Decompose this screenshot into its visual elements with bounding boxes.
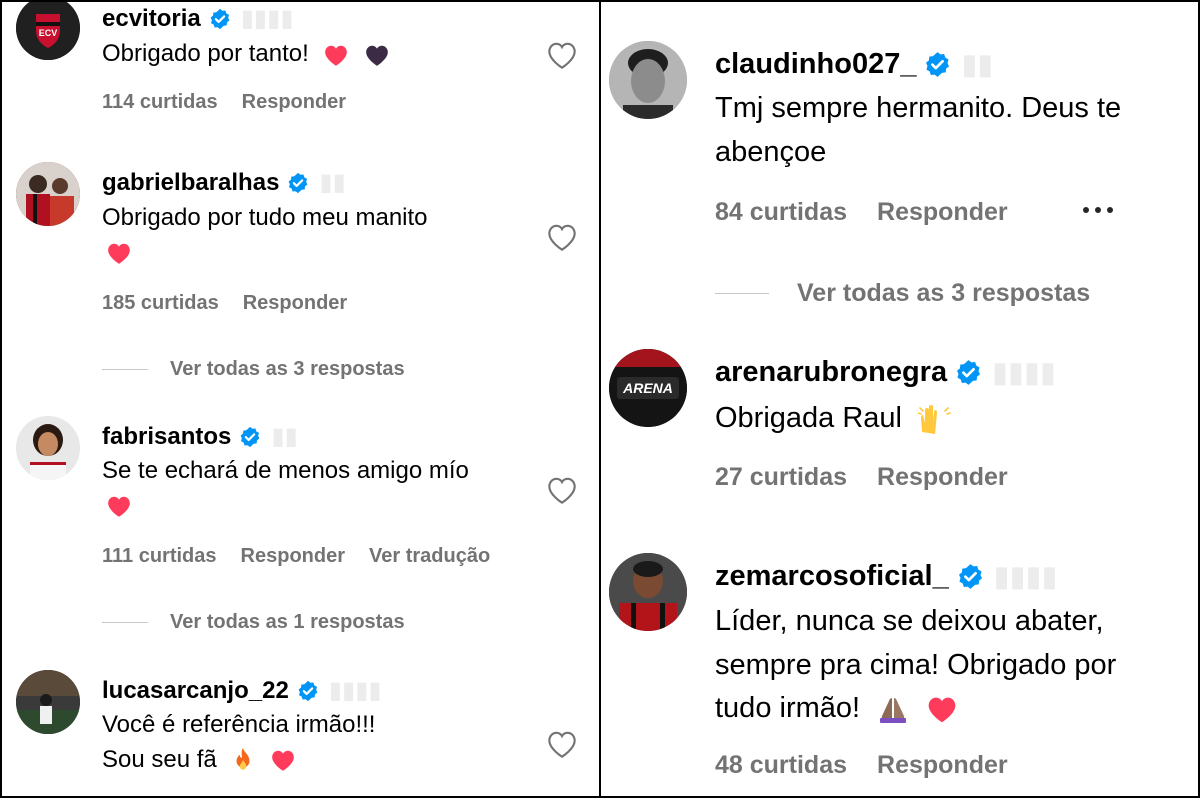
view-replies-label: Ver todas as 3 respostas [797,279,1091,307]
comment-text: Tmj sempre hermanito. Deus te abençoe [715,87,1121,174]
avatar-arenarubronegra[interactable]: ARENA [609,349,687,427]
translate-button[interactable]: Ver tradução [369,545,490,568]
view-replies-link[interactable]: Ver todas as 3 respostas [715,279,1090,308]
red-heart-emoji-icon [108,497,130,518]
comment-text: Líder, nunca se deixou abater, sempre pr… [715,600,1116,731]
reply-button[interactable]: Responder [243,292,347,315]
like-heart-icon[interactable] [546,729,578,759]
likes-count[interactable]: 185 curtidas [102,292,219,315]
username-zemarcosoficial[interactable]: zemarcosoficial_ ▮▮▮▮ [715,559,1058,594]
comment-text: Obrigado por tanto! [102,37,390,72]
username-gabrielbaralhas[interactable]: gabrielbaralhas ▮▮ [102,168,346,197]
raising-hands-emoji-icon [918,405,951,435]
comment-meta: 84 curtidas Responder [715,198,1008,227]
comment-line: abençoe [715,135,827,168]
timestamp-faded: ▮▮▮▮ [240,5,294,32]
divider-line [102,369,148,370]
timestamp-faded: ▮▮ [319,169,346,196]
like-heart-icon[interactable] [546,222,578,252]
comment-line: Líder, nunca se deixou abater, [715,605,1104,637]
username-lucasarcanjo22[interactable]: lucasarcanjo_22 ▮▮▮▮ [102,676,382,705]
likes-count[interactable]: 114 curtidas [102,91,218,114]
red-heart-emoji-icon [325,45,348,66]
verified-badge-icon [210,8,230,29]
comment-meta: 114 curtidas Responder [102,91,346,114]
svg-text:ECV: ECV [39,28,58,38]
comment-text: Você é referência irmão!!! Sou seu fã [102,708,375,778]
comment-text: Obrigado por tudo meu manito [102,201,428,271]
right-comments-panel: claudinho027_ ▮▮ Tmj sempre hermanito. D… [600,0,1200,798]
comment-line: Obrigado por tudo meu manito [102,204,428,231]
view-replies-link[interactable]: Ver todas as 3 respostas [102,358,405,381]
username-ecvitoria[interactable]: ecvitoria ▮▮▮▮ [102,4,294,33]
likes-count[interactable]: 48 curtidas [715,751,847,780]
red-heart-emoji-icon [928,698,956,723]
comment-line: tudo irmão! [715,692,861,724]
comment-text: Se te echará de menos amigo mío [102,454,469,524]
username-fabrisantos[interactable]: fabrisantos ▮▮ [102,422,298,451]
comment-line: Você é referência irmão!!! [102,711,376,738]
like-heart-icon[interactable] [546,475,578,505]
comment-meta: 27 curtidas Responder [715,463,1008,492]
view-replies-label: Ver todas as 3 respostas [170,358,405,380]
divider-line [715,293,769,294]
likes-count[interactable]: 27 curtidas [715,463,847,492]
comment-text: Obrigada Raul [715,397,952,441]
reply-button[interactable]: Responder [877,751,1008,780]
likes-count[interactable]: 84 curtidas [715,198,847,227]
black-heart-emoji-icon [366,45,388,66]
reply-button[interactable]: Responder [877,463,1008,492]
username-arenarubronegra[interactable]: arenarubronegra ▮▮▮▮ [715,355,1056,390]
comment-line: sempre pra cima! Obrigado por [715,648,1117,681]
timestamp-faded: ▮▮▮▮ [328,677,382,704]
comment-line: Sou seu fã [102,745,217,773]
avatar-fabrisantos[interactable] [16,416,80,480]
red-heart-emoji-icon [272,751,294,772]
verified-badge-icon [957,360,981,385]
verified-badge-icon [289,172,308,193]
comment-line: Obrigado por tanto! [102,40,309,67]
likes-count[interactable]: 111 curtidas [102,545,217,568]
comment-meta: 185 curtidas Responder [102,292,347,315]
red-heart-emoji-icon [108,244,130,265]
verified-badge-icon [241,426,260,447]
comment-line: Obrigada Raul [715,402,902,434]
avatar-lucasarcanjo22[interactable] [16,670,80,734]
like-heart-icon[interactable] [546,40,578,70]
reply-button[interactable]: Responder [241,545,345,568]
more-options-icon[interactable] [1083,207,1113,213]
comment-line: Se te echará de menos amigo mío [102,457,469,484]
divider-line [102,622,148,623]
verified-badge-icon [958,564,982,589]
folded-hands-emoji-icon [880,698,907,724]
view-replies-label: Ver todas as 1 respostas [170,611,405,633]
left-comments-panel: ECV ecvitoria ▮▮▮▮ Obrigado por tanto! 1… [0,0,600,798]
view-replies-link[interactable]: Ver todas as 1 respostas [102,611,405,634]
comment-meta: 111 curtidas Responder Ver tradução [102,545,490,568]
timestamp-faded: ▮▮ [271,423,298,450]
reply-button[interactable]: Responder [242,91,346,114]
fire-emoji-icon [236,748,250,771]
verified-badge-icon [298,680,318,701]
avatar-logo-text: ARENA [622,380,673,396]
verified-badge-icon [926,52,950,77]
username-claudinho027[interactable]: claudinho027_ ▮▮ [715,47,993,82]
timestamp-faded: ▮▮▮▮ [993,561,1058,593]
avatar-zemarcosoficial[interactable] [609,553,687,631]
timestamp-faded: ▮▮▮▮ [992,357,1056,389]
avatar-claudinho027[interactable] [609,41,687,119]
avatar-gabrielbaralhas[interactable] [16,162,80,226]
comment-line: Tmj sempre hermanito. Deus te [715,92,1122,124]
avatar-ecvitoria[interactable]: ECV [16,2,80,60]
comment-meta: 48 curtidas Responder [715,751,1008,780]
reply-button[interactable]: Responder [877,198,1008,227]
timestamp-faded: ▮▮ [961,49,994,81]
